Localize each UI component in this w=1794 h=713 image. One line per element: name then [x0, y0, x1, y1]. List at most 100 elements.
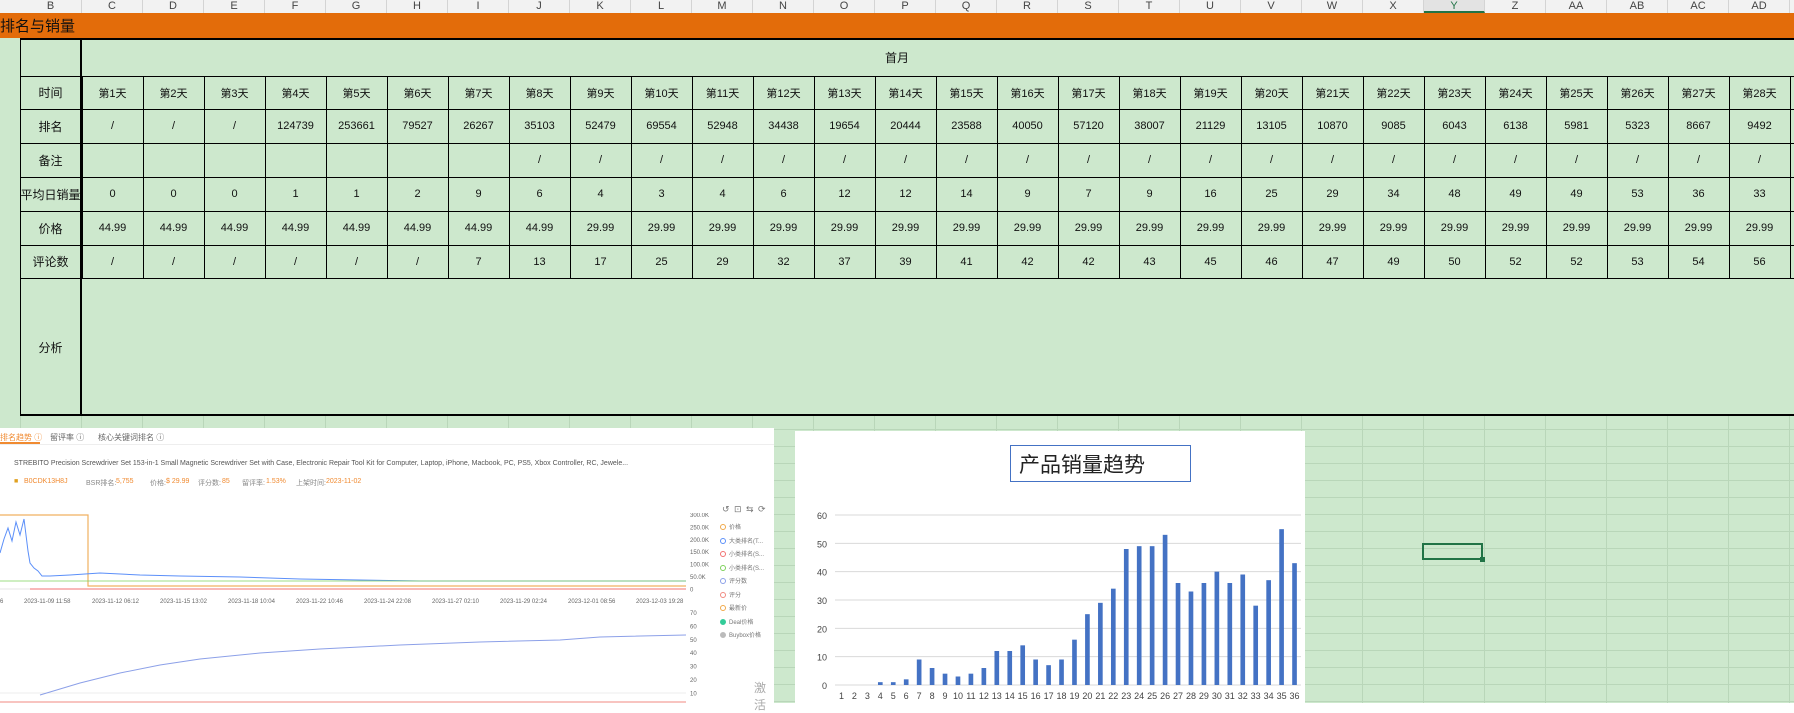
cell-daily-sales[interactable]: 6: [509, 177, 570, 211]
chart-bar[interactable]: [942, 673, 948, 685]
chart-bar[interactable]: [955, 676, 961, 686]
cell-rank[interactable]: 35103: [509, 109, 570, 143]
cell-reviews[interactable]: /: [265, 245, 326, 278]
cell-reviews[interactable]: 25: [631, 245, 692, 278]
cell-rank[interactable]: 6138: [1485, 109, 1546, 143]
month-header[interactable]: 首月: [82, 38, 1712, 76]
chart-title[interactable]: 产品销量趋势: [1010, 445, 1191, 482]
cell-daily-sales[interactable]: 4: [692, 177, 753, 211]
cell-note[interactable]: [143, 143, 204, 177]
day-header[interactable]: 第4天: [265, 76, 326, 109]
cell-price[interactable]: 29.99: [1119, 211, 1180, 245]
cell-daily-sales[interactable]: 12: [875, 177, 936, 211]
cell-price[interactable]: 29.99: [1180, 211, 1241, 245]
cell-daily-sales[interactable]: 36: [1668, 177, 1729, 211]
cell-price[interactable]: 29.99: [1607, 211, 1668, 245]
column-header-k[interactable]: K: [570, 0, 631, 13]
cell-reviews[interactable]: /: [204, 245, 265, 278]
cell-price[interactable]: 29.99: [1424, 211, 1485, 245]
cell-note[interactable]: /: [1424, 143, 1485, 177]
cell-note[interactable]: [265, 143, 326, 177]
cell-reviews[interactable]: 39: [875, 245, 936, 278]
cell-price[interactable]: 29.99: [1729, 211, 1790, 245]
cell-price[interactable]: 44.99: [509, 211, 570, 245]
cell-rank[interactable]: 26267: [448, 109, 509, 143]
row-label-rank[interactable]: 排名: [20, 109, 81, 143]
cell-daily-sales[interactable]: 0: [82, 177, 143, 211]
day-header[interactable]: 第28天: [1729, 76, 1790, 109]
cell-reviews[interactable]: 13: [509, 245, 570, 278]
asin-text[interactable]: B0CDK13H8J: [24, 478, 68, 485]
column-header-ac[interactable]: AC: [1668, 0, 1729, 13]
day-header[interactable]: 第2天: [143, 76, 204, 109]
cell-rank[interactable]: 10870: [1302, 109, 1363, 143]
day-header[interactable]: 第12天: [753, 76, 814, 109]
cell-daily-sales[interactable]: 1: [326, 177, 387, 211]
cell-reviews[interactable]: /: [326, 245, 387, 278]
chart-bar[interactable]: [1149, 546, 1155, 685]
day-header[interactable]: 第26天: [1607, 76, 1668, 109]
column-header-f[interactable]: F: [265, 0, 326, 13]
chart-bar[interactable]: [1033, 659, 1038, 686]
cell-rank[interactable]: 6043: [1424, 109, 1485, 143]
column-header-j[interactable]: J: [509, 0, 570, 13]
row-label-price[interactable]: 价格: [20, 211, 81, 245]
column-header-q[interactable]: Q: [936, 0, 997, 13]
column-header-n[interactable]: N: [753, 0, 814, 13]
cell-daily-sales[interactable]: 0: [143, 177, 204, 211]
cell-daily-sales[interactable]: 49: [1485, 177, 1546, 211]
cell-daily-sales[interactable]: 16: [1180, 177, 1241, 211]
day-header[interactable]: 第6天: [387, 76, 448, 109]
cell-price[interactable]: 29.99: [631, 211, 692, 245]
day-header[interactable]: 第9天: [570, 76, 631, 109]
day-header[interactable]: 第16天: [997, 76, 1058, 109]
chart-bar[interactable]: [916, 659, 922, 686]
cell-note[interactable]: [326, 143, 387, 177]
cell-price[interactable]: 44.99: [82, 211, 143, 245]
cell-note[interactable]: /: [753, 143, 814, 177]
cell-daily-sales[interactable]: 48: [1424, 177, 1485, 211]
cell-reviews[interactable]: 54: [1668, 245, 1729, 278]
cell-reviews[interactable]: 53: [1607, 245, 1668, 278]
cell-note[interactable]: /: [631, 143, 692, 177]
cell-daily-sales[interactable]: 49: [1546, 177, 1607, 211]
chart-bar[interactable]: [1020, 645, 1026, 685]
cell-reviews[interactable]: 42: [1058, 245, 1119, 278]
day-header[interactable]: 第27天: [1668, 76, 1729, 109]
column-header-x[interactable]: X: [1363, 0, 1424, 13]
cell-rank[interactable]: 52479: [570, 109, 631, 143]
cell-daily-sales[interactable]: 9: [1119, 177, 1180, 211]
cell-reviews[interactable]: 43: [1119, 245, 1180, 278]
cell-note[interactable]: /: [1058, 143, 1119, 177]
cell-price[interactable]: 29.99: [692, 211, 753, 245]
cell-rank[interactable]: 21129: [1180, 109, 1241, 143]
column-header-g[interactable]: G: [326, 0, 387, 13]
cell-note[interactable]: [204, 143, 265, 177]
cell-price[interactable]: 44.99: [326, 211, 387, 245]
cell-reviews[interactable]: 42: [997, 245, 1058, 278]
cell-note[interactable]: /: [1546, 143, 1607, 177]
selected-cell[interactable]: [1422, 543, 1485, 562]
cell-price[interactable]: 29.99: [1241, 211, 1302, 245]
day-header[interactable]: 第18天: [1119, 76, 1180, 109]
cell-reviews[interactable]: 7: [448, 245, 509, 278]
day-header[interactable]: 第1天: [82, 76, 143, 109]
chart-bar[interactable]: [1253, 605, 1259, 685]
cell-daily-sales[interactable]: 9: [448, 177, 509, 211]
column-header-ab[interactable]: AB: [1607, 0, 1668, 13]
chart-bar[interactable]: [903, 679, 909, 685]
chart-bar[interactable]: [1201, 583, 1207, 685]
cell-reviews[interactable]: 49: [1363, 245, 1424, 278]
column-header-r[interactable]: R: [997, 0, 1058, 13]
column-header-t[interactable]: T: [1119, 0, 1180, 13]
cell-rank[interactable]: 5323: [1607, 109, 1668, 143]
column-header-i[interactable]: I: [448, 0, 509, 13]
cell-rank[interactable]: 40050: [997, 109, 1058, 143]
cell-reviews[interactable]: 17: [570, 245, 631, 278]
day-header[interactable]: 第11天: [692, 76, 753, 109]
cell-note[interactable]: /: [1485, 143, 1546, 177]
cell-note[interactable]: /: [1180, 143, 1241, 177]
day-header[interactable]: 第10天: [631, 76, 692, 109]
column-header-z[interactable]: Z: [1485, 0, 1546, 13]
cell-rank[interactable]: 69554: [631, 109, 692, 143]
